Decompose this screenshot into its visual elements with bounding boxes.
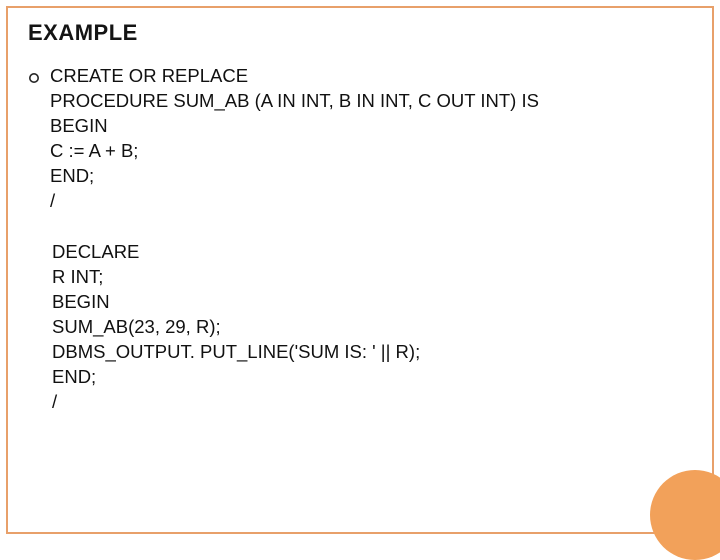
slide-title: EXAMPLE bbox=[28, 20, 694, 46]
bullet-icon bbox=[28, 71, 40, 89]
slide-content: CREATE OR REPLACE PROCEDURE SUM_AB (A IN… bbox=[28, 64, 694, 415]
bullet-item: CREATE OR REPLACE PROCEDURE SUM_AB (A IN… bbox=[28, 64, 694, 214]
slide-frame: EXAMPLE CREATE OR REPLACE PROCEDURE SUM_… bbox=[6, 6, 714, 534]
code-block-procedure: CREATE OR REPLACE PROCEDURE SUM_AB (A IN… bbox=[50, 64, 694, 214]
code-block-anonymous: DECLARE R INT; BEGIN SUM_AB(23, 29, R); … bbox=[52, 240, 694, 415]
decorative-circle bbox=[650, 470, 720, 560]
